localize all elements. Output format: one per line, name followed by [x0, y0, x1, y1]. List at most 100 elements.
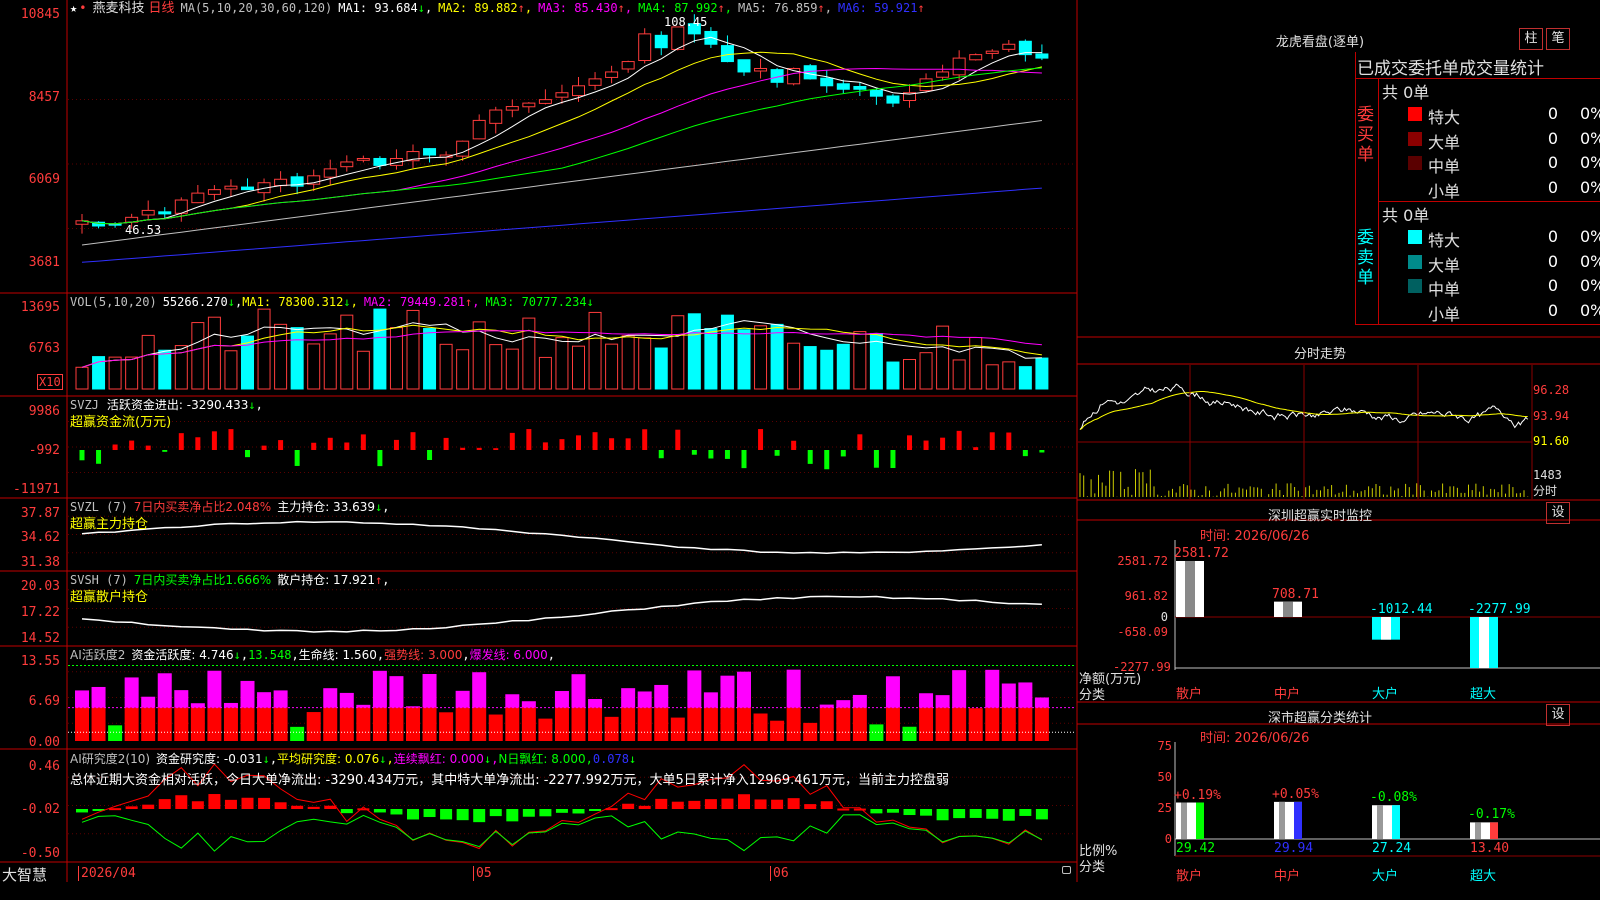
fund-flow-bar — [178, 433, 184, 450]
candle — [621, 61, 635, 70]
lock-icon[interactable] — [1062, 866, 1071, 874]
main-y-tick: 8457 — [28, 90, 60, 105]
volume-bar — [307, 343, 321, 390]
tick-mode-button[interactable]: 笔 — [1546, 28, 1570, 50]
activity-bar — [75, 707, 89, 741]
brand-label[interactable]: 大智慧 — [2, 864, 47, 885]
research-bar — [787, 798, 800, 809]
ma120-line — [81, 187, 1042, 263]
ma-header: MA(5,10,20,30,60,120) — [180, 1, 333, 15]
volume-bar — [820, 349, 834, 390]
stock-name[interactable]: 燕麦科技 — [92, 1, 144, 16]
candle — [820, 77, 834, 87]
fund-flow-bar — [675, 429, 681, 450]
classify-value-label: 29.94 — [1274, 841, 1314, 856]
volume-bar — [1002, 361, 1016, 390]
research-bar — [903, 809, 916, 816]
classify-value-label: 29.42 — [1176, 841, 1216, 856]
candle — [985, 50, 999, 54]
activity-bar — [439, 712, 454, 741]
candle — [720, 45, 734, 63]
volume-bar — [605, 343, 619, 390]
research-bar — [1002, 809, 1015, 821]
high-price-label: 108.45 — [664, 15, 708, 29]
activity-bar — [1018, 707, 1033, 741]
bar-mode-button[interactable]: 柱 — [1519, 28, 1543, 50]
activity-burst-bar — [455, 690, 470, 708]
activity-burst-bar — [124, 677, 139, 708]
sell-total: 共 0单 — [1382, 206, 1430, 225]
classify-category: 中户 — [1274, 869, 1301, 884]
star-icon[interactable]: ★ — [70, 1, 77, 15]
x-axis-label: 05 — [473, 866, 492, 881]
volume-bar — [621, 335, 635, 390]
row-label: 中单 — [1428, 157, 1461, 176]
volume-bar — [803, 346, 817, 390]
candle — [340, 161, 354, 168]
svzj-header: SVZJ 活跃资金进出: -3290.433↓, — [70, 398, 263, 412]
fund-flow-bar — [873, 450, 879, 468]
vol-ma2: MA2: 79449.281↑, — [363, 295, 480, 309]
volume-bar — [141, 334, 155, 390]
fund-flow-bar — [112, 444, 118, 450]
volume-bar — [125, 356, 139, 390]
activity-bar — [323, 707, 338, 741]
monitor-settings-button[interactable]: 设 — [1546, 502, 1570, 524]
volume-bar — [489, 344, 503, 390]
volume-bar — [936, 325, 950, 390]
vol-ma1: MA1: 78300.312↓, — [242, 295, 358, 309]
research-bar — [688, 800, 701, 809]
activity-burst-bar — [1001, 683, 1016, 708]
activity-bar — [654, 707, 669, 741]
classify-change-label: +0.05% — [1272, 786, 1319, 802]
research-bar — [837, 808, 850, 811]
activity-burst-bar — [223, 702, 238, 708]
classify-bar-shade — [1377, 805, 1383, 839]
activity-burst-bar — [240, 680, 255, 708]
candle — [373, 157, 387, 166]
svzj-y-tick: -11971 — [13, 482, 60, 497]
research-bar — [76, 809, 88, 813]
activity-burst-bar — [571, 674, 586, 708]
color-swatch — [1408, 303, 1422, 318]
research-bar — [125, 806, 138, 809]
intraday-vol: 1483 — [1533, 468, 1562, 482]
classify-settings-button[interactable]: 设 — [1546, 704, 1570, 726]
candle — [572, 85, 585, 97]
classify-bar-shade — [1181, 802, 1187, 839]
activity-bar — [356, 707, 371, 741]
research-bar — [258, 797, 271, 809]
activity-bar — [406, 707, 420, 741]
fund-flow-bar — [410, 432, 416, 450]
ai1-y-tick: 6.69 — [28, 694, 60, 709]
activity-bar — [703, 707, 718, 741]
activity-bar — [521, 707, 536, 741]
period-label[interactable]: 日线 — [148, 1, 174, 16]
volume-bar — [687, 313, 701, 390]
activity-burst-bar — [91, 686, 106, 708]
classify-change-label: -0.08% — [1370, 790, 1417, 806]
monitor-bar-shade — [1381, 617, 1391, 640]
fund-flow-bar — [807, 450, 813, 464]
activity-bar — [306, 712, 321, 741]
classify-change-label: -0.17% — [1468, 807, 1515, 823]
research-bar — [291, 805, 304, 809]
activity-burst-bar — [505, 694, 520, 708]
fund-flow-bar — [278, 440, 284, 450]
fund-flow-bar — [542, 442, 548, 450]
low-price-label: 46.53 — [125, 223, 162, 237]
fund-flow-bar — [724, 450, 730, 459]
fund-flow-bar — [989, 432, 995, 450]
activity-bar — [108, 725, 123, 741]
classify-y-tick: 25 — [1157, 801, 1172, 815]
vol-unit: X10 — [37, 374, 63, 390]
candle — [754, 67, 768, 72]
vol-y-tick: 13695 — [20, 300, 60, 315]
fund-flow-bar — [261, 445, 267, 450]
fund-flow-bar — [857, 434, 863, 450]
research-bar — [589, 809, 602, 811]
fund-flow-bar — [427, 450, 433, 460]
volume-bar — [456, 349, 470, 390]
research-bar — [224, 799, 237, 809]
fund-flow-bar — [758, 429, 764, 450]
